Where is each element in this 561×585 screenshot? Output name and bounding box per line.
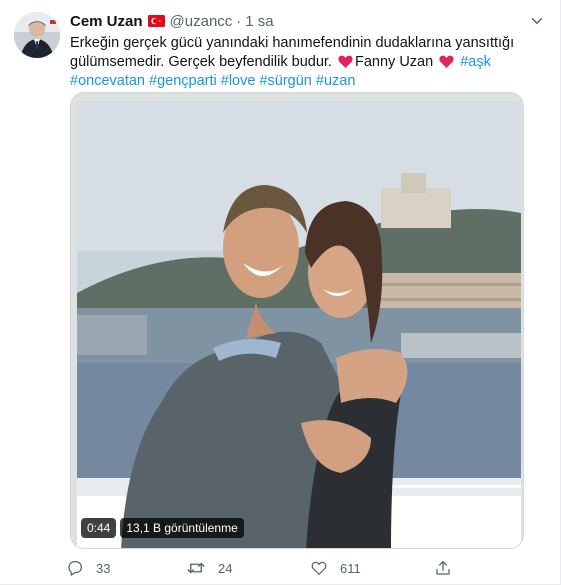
red-heart-icon	[439, 55, 454, 68]
hashtag-link[interactable]: #oncevatan	[70, 73, 145, 89]
more-options-icon[interactable]	[526, 10, 548, 32]
video-overlay: 0:44 13,1 B görüntülenme	[81, 518, 244, 538]
hashtag-link[interactable]: #uzan	[316, 73, 356, 89]
video-duration: 0:44	[81, 518, 117, 538]
hashtag-link[interactable]: #gençparti	[149, 73, 217, 89]
retweet-icon	[187, 562, 205, 574]
hashtag-link[interactable]: #sürgün	[259, 73, 311, 89]
author-handle[interactable]: @uzancc	[170, 13, 233, 30]
tweet-text: Erkeğin gerçek gücü yanındaki hanımefend…	[70, 34, 540, 91]
red-heart-icon	[338, 55, 353, 68]
turkey-flag-icon	[147, 15, 165, 27]
tweet-text-line1: Erkeğin gerçek gücü yanındaki hanımefend…	[70, 35, 515, 51]
tweet[interactable]: Cem Uzan @uzancc · 1 sa Erkeğin gerçek g…	[0, 0, 561, 585]
reply-button[interactable]: 33	[66, 559, 110, 577]
avatar[interactable]	[14, 12, 60, 58]
hashtag-link[interactable]: #aşk	[460, 54, 491, 70]
reply-icon	[68, 561, 82, 576]
video-thumbnail	[71, 93, 523, 548]
like-button[interactable]: 611	[310, 559, 361, 577]
tweet-text-line2: gülümsemedir. Gerçek beyfendilik budur.	[70, 54, 336, 70]
avatar-image	[14, 12, 60, 58]
header-separator: ·	[236, 12, 242, 30]
like-count: 611	[340, 560, 361, 576]
share-button[interactable]	[434, 559, 464, 577]
like-icon	[311, 561, 327, 575]
mention-name: Fanny Uzan	[354, 54, 434, 70]
retweet-count: 24	[218, 560, 233, 576]
video-player[interactable]: 0:44 13,1 B görüntülenme	[70, 92, 524, 549]
tweet-header: Cem Uzan @uzancc · 1 sa	[70, 10, 544, 32]
share-icon	[436, 560, 450, 575]
tweet-actions: 33 24 611	[66, 559, 486, 579]
reply-count: 33	[96, 560, 111, 576]
tweet-content: Cem Uzan @uzancc · 1 sa Erkeğin gerçek g…	[70, 10, 544, 91]
author-name[interactable]: Cem Uzan	[70, 13, 143, 30]
hashtag-link[interactable]: #love	[221, 73, 256, 89]
video-view-count: 13,1 B görüntülenme	[120, 518, 244, 538]
retweet-button[interactable]: 24	[186, 559, 232, 577]
tweet-timestamp[interactable]: 1 sa	[245, 13, 273, 30]
